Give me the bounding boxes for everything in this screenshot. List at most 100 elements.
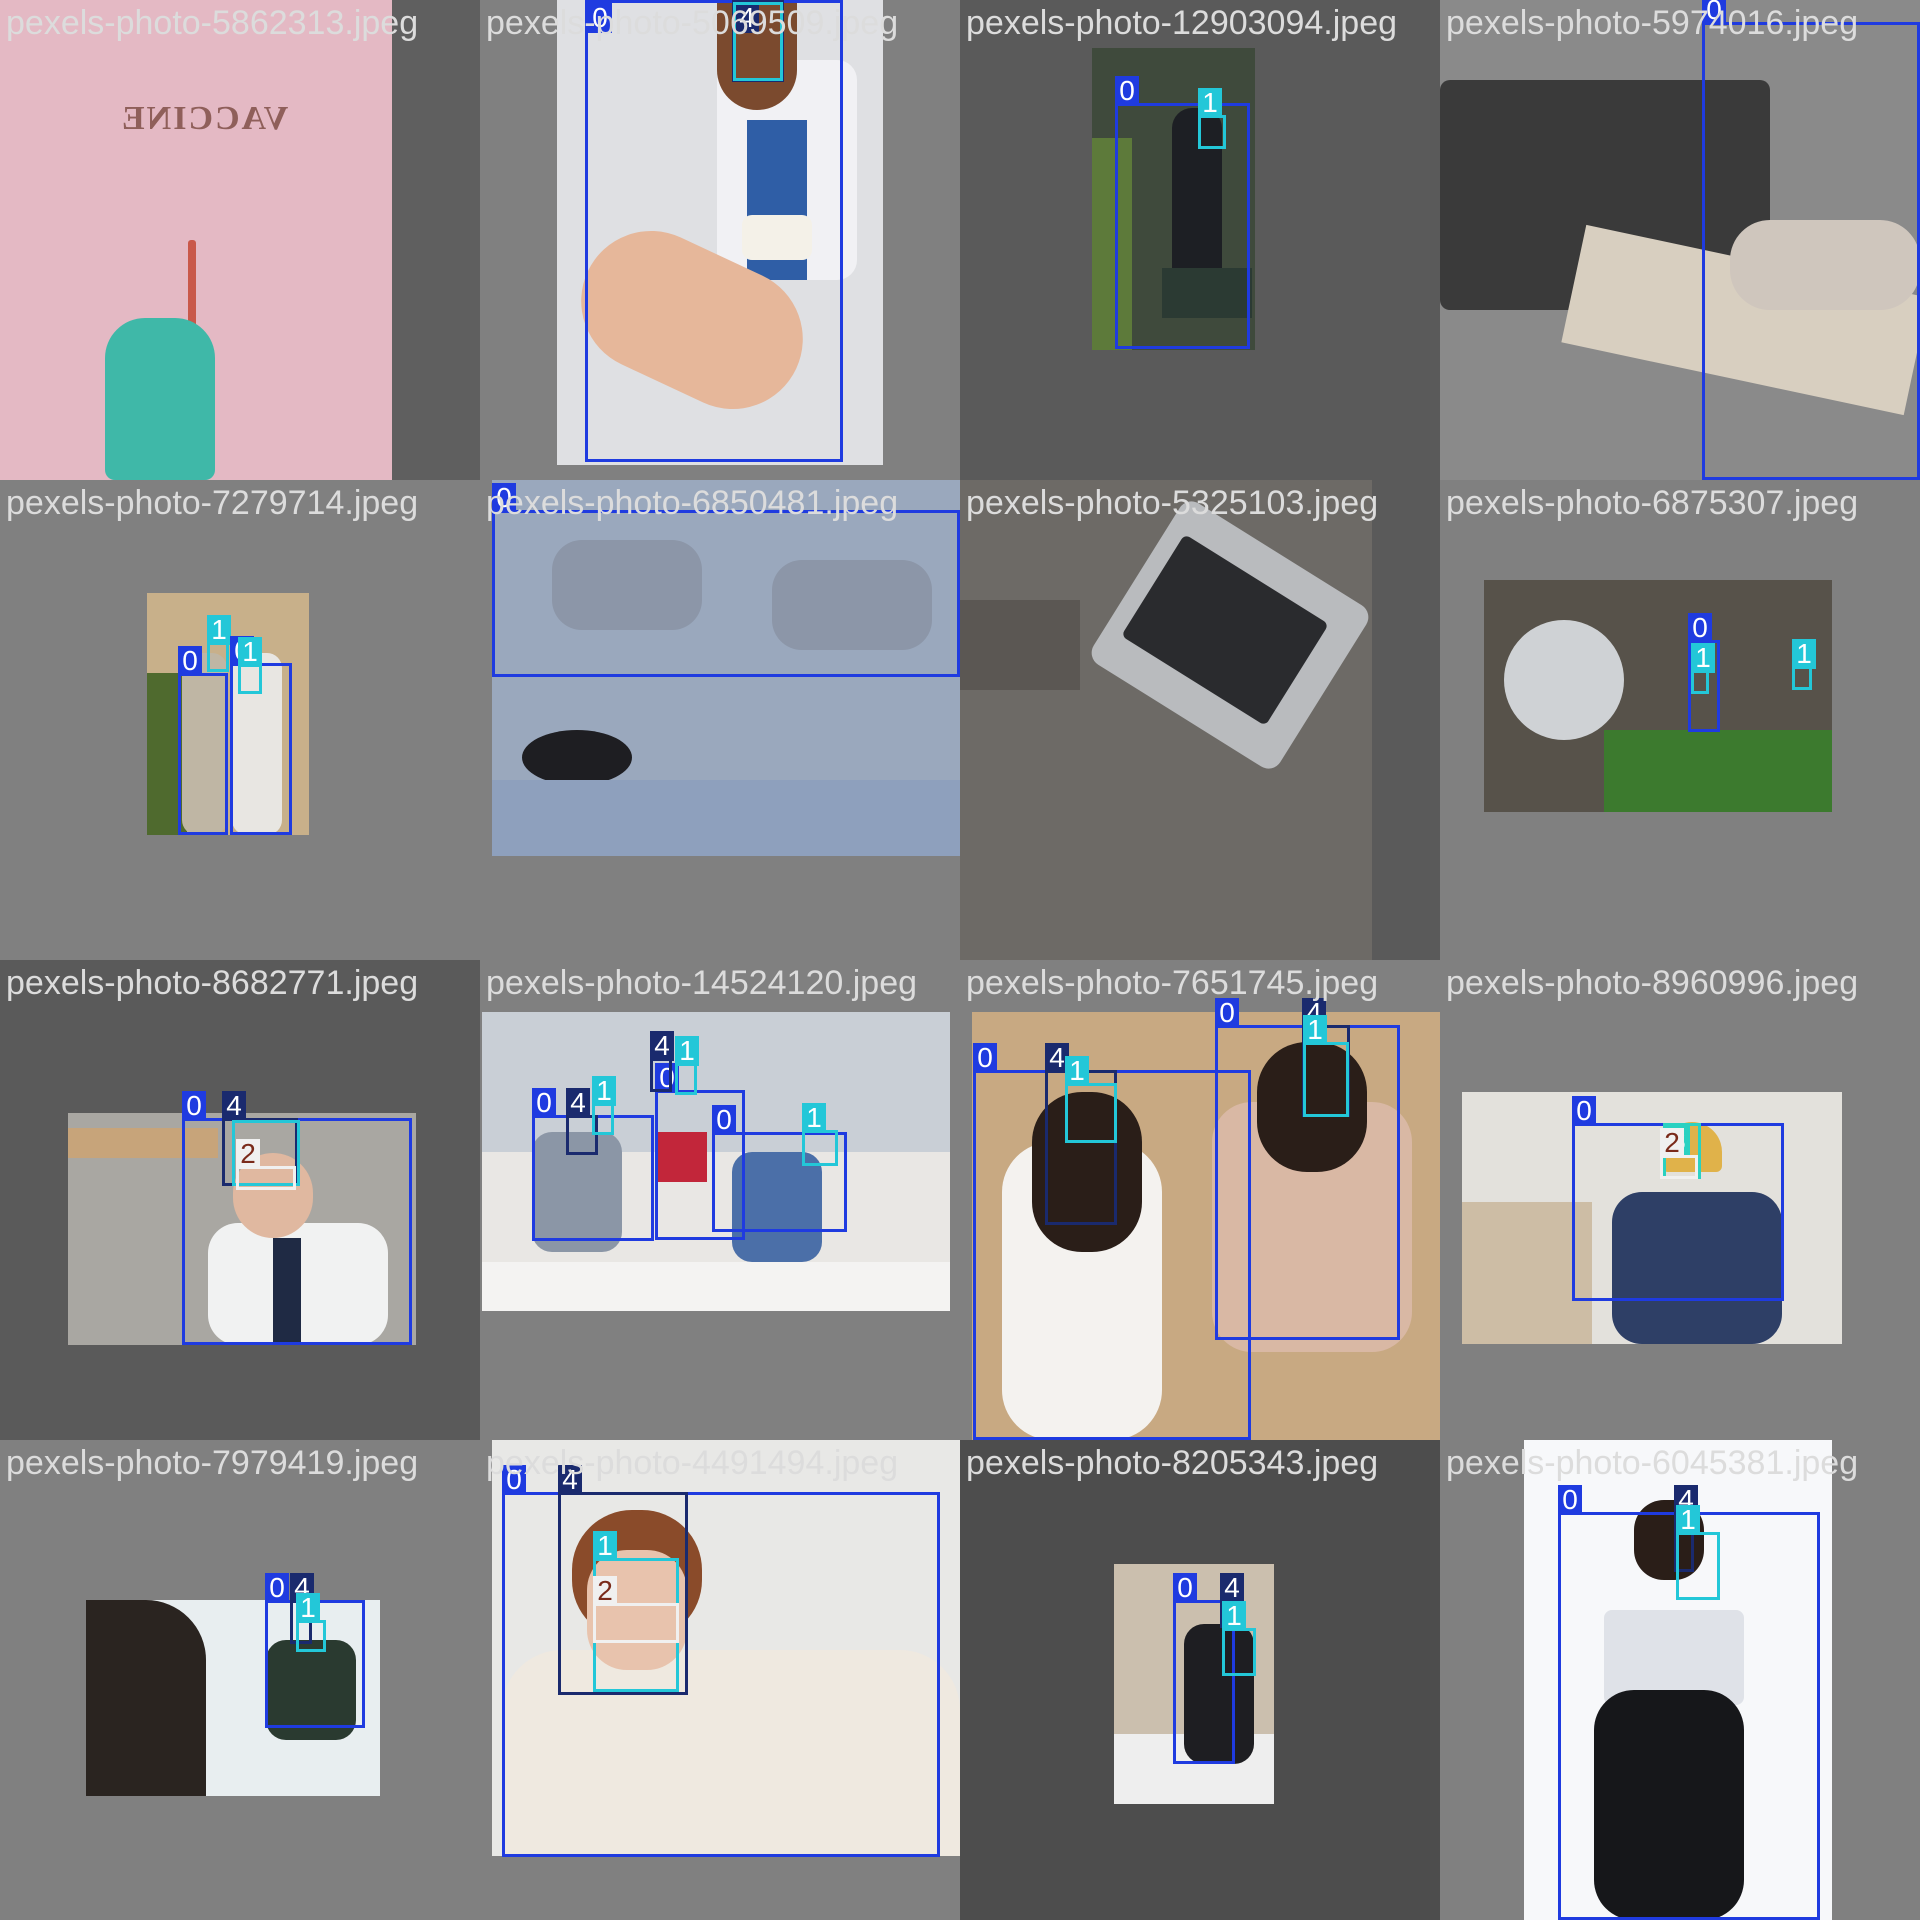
grid-cell: 0 1 0 1 pexels-photo-7279714.jpeg xyxy=(0,480,480,960)
class-label: 2 xyxy=(236,1139,260,1169)
class-label: 0 xyxy=(1572,1096,1596,1126)
class-label: 1 xyxy=(1676,1505,1700,1535)
class-label: 0 xyxy=(1215,998,1239,1028)
class-label: 1 xyxy=(592,1076,616,1106)
filename-label: pexels-photo-5862313.jpeg xyxy=(6,4,419,42)
class-label: 0 xyxy=(532,1088,556,1118)
grid-cell: 0 pexels-photo-5974016.jpeg xyxy=(1440,0,1920,480)
class-label: 0 xyxy=(265,1573,289,1603)
detection-box: 2 xyxy=(593,1576,679,1643)
detection-box: 2 xyxy=(1660,1128,1698,1179)
class-label: 4 xyxy=(1220,1573,1244,1603)
detection-box: 0 xyxy=(492,483,960,677)
filename-label: pexels-photo-5325103.jpeg xyxy=(966,484,1379,522)
filename-label: pexels-photo-8960996.jpeg xyxy=(1446,964,1859,1002)
detection-box: 1 xyxy=(1676,1505,1720,1600)
grid-cell: 0 4 2 pexels-photo-8682771.jpeg xyxy=(0,960,480,1440)
class-label: 0 xyxy=(178,646,202,676)
class-label: 0 xyxy=(1688,613,1712,643)
class-label: 1 xyxy=(1691,643,1715,673)
class-label: 1 xyxy=(1792,639,1816,669)
grid-cell: VACCINE pexels-photo-5862313.jpeg xyxy=(0,0,480,480)
detection-box: 0 xyxy=(1702,0,1920,480)
grid-cell: pexels-photo-5325103.jpeg xyxy=(960,480,1440,960)
foreground-head xyxy=(86,1600,206,1796)
sleeve xyxy=(960,600,1080,690)
detection-box: 1 xyxy=(296,1593,326,1652)
class-label: 1 xyxy=(1222,1601,1246,1631)
class-label: 0 xyxy=(1115,76,1139,106)
filename-label: pexels-photo-5069509.jpeg xyxy=(486,4,899,42)
filename-label: pexels-photo-12903094.jpeg xyxy=(966,4,1398,42)
cloth xyxy=(492,780,960,856)
class-label: 4 xyxy=(650,1031,674,1061)
grid-cell: 0 4 pexels-photo-5069509.jpeg xyxy=(480,0,960,480)
photo: VACCINE xyxy=(0,0,392,480)
class-label: 0 xyxy=(973,1043,997,1073)
detection-box: 0 xyxy=(178,646,228,835)
desk xyxy=(482,1262,950,1311)
class-label: 4 xyxy=(222,1091,246,1121)
gloved-hand xyxy=(105,318,215,480)
class-label: 0 xyxy=(712,1105,736,1135)
detection-box: 0 xyxy=(1115,76,1250,349)
detection-box: 1 xyxy=(1303,1015,1349,1117)
filename-label: pexels-photo-7651745.jpeg xyxy=(966,964,1379,1002)
grid-cell: 0 1 pexels-photo-12903094.jpeg xyxy=(960,0,1440,480)
detection-box: 1 xyxy=(1691,643,1715,694)
class-label: 1 xyxy=(593,1531,617,1561)
filename-label: pexels-photo-5974016.jpeg xyxy=(1446,4,1859,42)
grid-cell: 0 4 1 0 4 1 0 1 pexels-photo-14524120.jp… xyxy=(480,960,960,1440)
detection-results-grid: VACCINE pexels-photo-5862313.jpeg 0 4 pe… xyxy=(0,0,1920,1920)
grid-cell: 0 1 1 pexels-photo-6875307.jpeg xyxy=(1440,480,1920,960)
detection-box: 1 xyxy=(675,1036,699,1095)
filename-label: pexels-photo-7279714.jpeg xyxy=(6,484,419,522)
detection-box: 4 xyxy=(650,1031,674,1092)
photo xyxy=(960,480,1372,960)
filename-label: pexels-photo-6045381.jpeg xyxy=(1446,1444,1859,1482)
grid-cell: 0 4 1 0 4 1 pexels-photo-7651745.jpeg xyxy=(960,960,1440,1440)
class-label: 2 xyxy=(1660,1128,1684,1158)
tea-leaves xyxy=(1604,730,1832,812)
class-label: 0 xyxy=(182,1091,206,1121)
grid-cell: 0 4 1 2 pexels-photo-4491494.jpeg xyxy=(480,1440,960,1920)
detection-box: 1 xyxy=(802,1103,838,1166)
class-label: 1 xyxy=(1303,1015,1327,1045)
vaccine-sign: VACCINE xyxy=(120,100,289,137)
class-label: 0 xyxy=(1173,1573,1197,1603)
filename-label: pexels-photo-4491494.jpeg xyxy=(486,1444,899,1482)
filename-label: pexels-photo-6850481.jpeg xyxy=(486,484,899,522)
photo xyxy=(1484,580,1832,812)
filename-label: pexels-photo-14524120.jpeg xyxy=(486,964,918,1002)
filename-label: pexels-photo-7979419.jpeg xyxy=(6,1444,419,1482)
detection-box: 1 xyxy=(1198,88,1226,149)
detection-box: 0 xyxy=(585,0,843,462)
class-label: 4 xyxy=(566,1088,590,1118)
detection-box: 2 xyxy=(236,1139,296,1190)
class-label: 1 xyxy=(1065,1056,1089,1086)
grid-cell: 0 4 1 pexels-photo-8205343.jpeg xyxy=(960,1440,1440,1920)
detection-box: 1 xyxy=(1065,1056,1117,1143)
filename-label: pexels-photo-6875307.jpeg xyxy=(1446,484,1859,522)
detection-box: 1 xyxy=(1222,1601,1256,1676)
class-label: 2 xyxy=(593,1576,617,1606)
class-label: 1 xyxy=(238,637,262,667)
detection-box: 1 xyxy=(238,637,262,694)
class-label: 1 xyxy=(1198,88,1222,118)
puck xyxy=(522,730,632,785)
drum xyxy=(1504,620,1624,740)
grid-cell: 0 4 1 pexels-photo-6045381.jpeg xyxy=(1440,1440,1920,1920)
grid-cell: 0 pexels-photo-6850481.jpeg xyxy=(480,480,960,960)
class-label: 1 xyxy=(296,1593,320,1623)
filename-label: pexels-photo-8682771.jpeg xyxy=(6,964,419,1002)
filename-label: pexels-photo-8205343.jpeg xyxy=(966,1444,1379,1482)
detection-box: 1 xyxy=(592,1076,616,1135)
grid-cell: 0 4 1 pexels-photo-7979419.jpeg xyxy=(0,1440,480,1920)
class-label: 1 xyxy=(802,1103,826,1133)
grid-cell: 0 3 2 pexels-photo-8960996.jpeg xyxy=(1440,960,1920,1440)
class-label: 1 xyxy=(207,615,231,645)
class-label: 0 xyxy=(1558,1485,1582,1515)
detection-box: 1 xyxy=(1792,639,1816,690)
class-label: 1 xyxy=(675,1036,699,1066)
detection-box: 1 xyxy=(207,615,231,672)
